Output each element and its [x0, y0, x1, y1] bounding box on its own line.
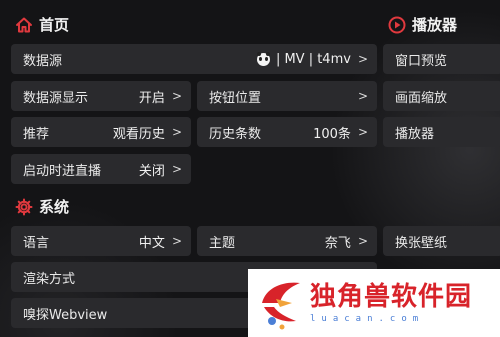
section-system-label: 系统: [39, 198, 70, 216]
watermark: 独角兽软件园 luacan.com: [248, 269, 500, 337]
data-source-label: 数据源: [23, 53, 63, 69]
theme-label: 主题: [209, 235, 236, 251]
language-cell[interactable]: 语言 中文 >: [11, 226, 191, 256]
startup-live-value: 关闭: [138, 163, 165, 179]
recommend-cell[interactable]: 推荐 观看历史 >: [11, 117, 191, 147]
data-source-display-value-group: 开启 >: [139, 87, 182, 106]
chevron-right-icon: >: [171, 89, 182, 103]
startup-live-label: 启动时进直播: [23, 163, 102, 179]
chevron-right-icon: >: [357, 52, 368, 66]
chevron-right-icon: >: [171, 125, 182, 139]
history-count-cell[interactable]: 历史条数 100条 >: [197, 117, 377, 147]
history-count-label: 历史条数: [209, 126, 262, 142]
player-select-label: 播放器: [395, 126, 435, 142]
render-mode-label: 渲染方式: [23, 271, 76, 287]
section-player-label: 播放器: [412, 16, 458, 34]
section-system-title: 系统: [15, 196, 69, 217]
language-value: 中文: [138, 235, 165, 251]
home-icon: [16, 17, 32, 32]
theme-value: 奈飞: [324, 235, 351, 251]
theme-cell[interactable]: 主题 奈飞 >: [197, 226, 377, 256]
chevron-right-icon: >: [357, 89, 368, 103]
wallpaper-label: 换张壁纸: [395, 235, 448, 251]
chevron-right-icon: >: [171, 234, 182, 248]
window-preview-cell[interactable]: 窗口预览: [383, 44, 500, 74]
player-select-cell[interactable]: 播放器: [383, 117, 500, 147]
panda-icon: [256, 51, 270, 66]
picture-scale-cell[interactable]: 画面缩放: [383, 81, 500, 111]
history-count-value: 100条: [313, 126, 351, 142]
data-source-value: | MV | t4mv: [275, 51, 351, 67]
recommend-value-group: 观看历史 >: [113, 123, 182, 142]
chevron-right-icon: >: [171, 162, 182, 176]
watermark-main-text: 独角兽软件园: [310, 282, 473, 312]
recommend-value: 观看历史: [112, 126, 165, 142]
button-position-value-group: >: [355, 89, 368, 103]
data-source-display-label: 数据源显示: [23, 90, 89, 106]
data-source-display-cell[interactable]: 数据源显示 开启 >: [11, 81, 191, 111]
history-count-value-group: 100条 >: [313, 123, 368, 142]
section-home-title: 首页: [15, 14, 69, 35]
startup-live-cell[interactable]: 启动时进直播 关闭 >: [11, 154, 191, 184]
button-position-cell[interactable]: 按钮位置 >: [197, 81, 377, 111]
watermark-sub-text: luacan.com: [310, 314, 425, 324]
language-label: 语言: [23, 235, 50, 251]
chevron-right-icon: >: [357, 125, 368, 139]
recommend-label: 推荐: [23, 126, 50, 142]
data-source-display-value: 开启: [138, 90, 165, 106]
button-position-label: 按钮位置: [209, 90, 262, 106]
chevron-right-icon: >: [357, 234, 368, 248]
sniff-webview-label: 嗅探Webview: [23, 307, 108, 323]
data-source-cell[interactable]: 数据源 | MV | t4mv >: [11, 44, 377, 74]
theme-value-group: 奈飞 >: [325, 232, 368, 251]
unicorn-logo-icon: [256, 273, 304, 333]
wallpaper-cell[interactable]: 换张壁纸: [383, 226, 500, 256]
watermark-text: 独角兽软件园 luacan.com: [310, 282, 472, 324]
startup-live-value-group: 关闭 >: [139, 160, 182, 179]
window-preview-label: 窗口预览: [395, 53, 448, 69]
picture-scale-label: 画面缩放: [395, 90, 448, 106]
data-source-value-group: | MV | t4mv >: [256, 51, 368, 67]
section-home-label: 首页: [39, 16, 70, 34]
play-circle-icon: [388, 16, 406, 33]
gear-icon: [15, 198, 33, 215]
section-player-title: 播放器: [388, 14, 457, 35]
language-value-group: 中文 >: [139, 232, 182, 251]
